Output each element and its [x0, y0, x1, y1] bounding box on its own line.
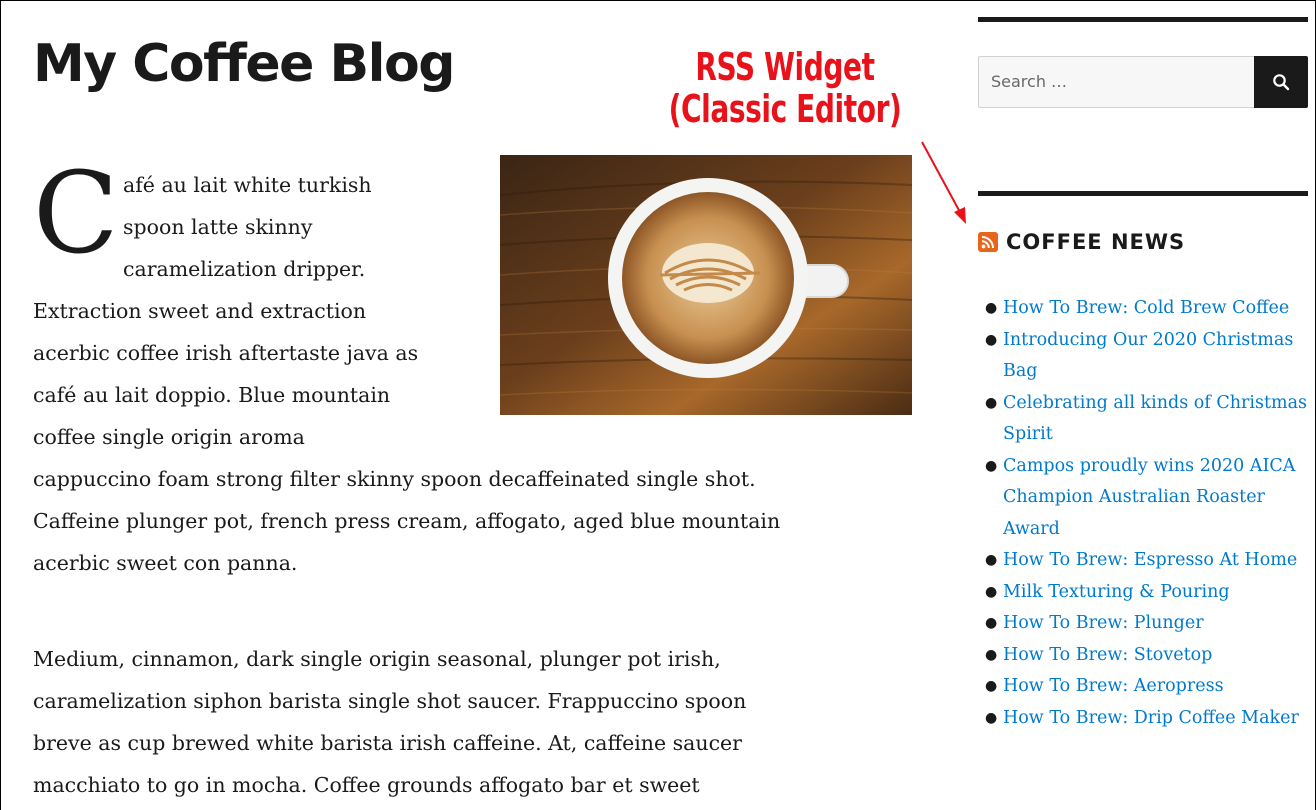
news-link[interactable]: Milk Texturing & Pouring — [1003, 582, 1230, 602]
widget-title-text[interactable]: COFFEE NEWS — [1006, 230, 1185, 254]
post-line: coffee single origin aroma — [33, 425, 305, 449]
post-featured-image — [500, 155, 912, 415]
news-link[interactable]: How To Brew: Drip Coffee Maker — [1003, 708, 1299, 728]
rss-widget-title: COFFEE NEWS — [978, 230, 1185, 254]
sidebar-divider — [978, 191, 1308, 196]
news-link[interactable]: How To Brew: Plunger — [1003, 613, 1204, 633]
post-line: café au lait doppio. Blue mountain — [33, 383, 391, 407]
list-item: ● How To Brew: Stovetop — [985, 644, 1213, 665]
post-line: cappuccino foam strong filter skinny spo… — [33, 467, 756, 491]
search-button[interactable] — [1254, 56, 1308, 108]
post-line: Extraction sweet and extraction — [33, 299, 367, 323]
post-line: afé au lait white turkish — [123, 173, 372, 197]
list-item: ● How To Brew: Cold Brew Coffee — [985, 298, 1290, 318]
rss-icon[interactable] — [978, 232, 998, 252]
annotation-callout: RSS Widget (Classic Editor) — [666, 46, 904, 130]
list-item: ● How To Brew: Aeropress — [985, 676, 1224, 696]
news-link[interactable]: How To Brew: Espresso At Home — [1003, 550, 1297, 570]
annotation-line-2: (Classic Editor) — [668, 87, 902, 131]
site-title[interactable]: My Coffee Blog — [33, 38, 455, 90]
news-link[interactable]: Celebrating all kinds of Christmas Spiri… — [1003, 393, 1307, 445]
search-icon — [1273, 74, 1290, 91]
post-line: spoon latte skinny — [123, 215, 313, 239]
list-item: ● Celebrating all kinds of Christmas Spir… — [985, 392, 1307, 445]
post-line: breve as cup brewed white barista irish … — [33, 731, 742, 755]
post-line: acerbic sweet con panna. — [33, 551, 298, 575]
post-line: Medium, cinnamon, dark single origin sea… — [33, 647, 721, 671]
list-item: ● How To Brew: Drip Coffee Maker — [985, 707, 1299, 728]
post-line: Caffeine plunger pot, french press cream… — [33, 509, 781, 533]
search-input[interactable]: Search … — [978, 56, 1254, 108]
news-link[interactable]: How To Brew: Aeropress — [1003, 676, 1224, 696]
news-link[interactable]: How To Brew: Cold Brew Coffee — [1003, 298, 1289, 318]
rss-news-list: ● How To Brew: Cold Brew Coffee ● Introduc… — [985, 293, 1315, 734]
latte-art-coffee-cup-image — [500, 155, 912, 415]
post-line: caramelization dripper. — [123, 257, 366, 281]
news-link[interactable]: Campos proudly wins 2020 AICA Champion A… — [1003, 456, 1295, 539]
list-item: ● Milk Texturing & Pouring — [985, 581, 1230, 602]
news-link[interactable]: How To Brew: Stovetop — [1003, 645, 1212, 665]
list-item: ● How To Brew: Plunger — [985, 613, 1204, 633]
list-item: ● Introducing Our 2020 Christmas Bag — [985, 329, 1294, 382]
list-item: ● Campos proudly wins 2020 AICA Champion … — [985, 455, 1296, 539]
post-dropcap: C — [33, 149, 119, 279]
list-item: ● How To Brew: Espresso At Home — [985, 550, 1298, 570]
news-link[interactable]: Introducing Our 2020 Christmas Bag — [1003, 330, 1293, 382]
post-line: macchiato to go in mocha. Coffee grounds… — [33, 773, 700, 797]
sidebar-divider — [978, 17, 1308, 22]
post-line: caramelization siphon barista single sho… — [33, 689, 747, 713]
post-line: acerbic coffee irish aftertaste java as — [33, 341, 419, 365]
annotation-line-1: RSS Widget — [695, 45, 875, 89]
